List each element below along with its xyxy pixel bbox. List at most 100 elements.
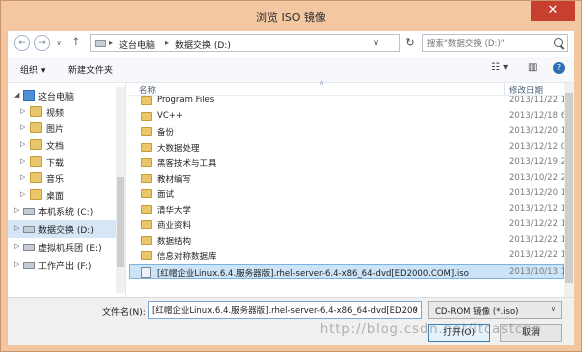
sidebar-item-label: 音乐 [46,175,65,185]
file-name: 面试 [157,190,175,200]
file-row[interactable]: 大数据处理 2013/12/12 0 [129,140,564,155]
search-icon[interactable] [554,38,563,47]
folder-icon [141,220,152,229]
file-date: 2013/12/12 0 [509,141,564,152]
file-row[interactable]: 信息对称数据库 2013/12/22 1 [129,248,564,263]
up-folder-button[interactable]: ↑ [70,35,82,51]
folder-icon [141,96,152,105]
sidebar-scrollbar-thumb[interactable] [117,177,124,267]
expand-arrow-icon[interactable]: ▷ [20,140,25,148]
folder-icon [30,139,42,150]
sidebar-item-pictures[interactable]: ▷ 图片 [8,119,116,137]
breadcrumb-this-pc[interactable]: 这台电脑 [119,38,155,51]
file-name: 教材编写 [157,174,192,185]
file-row[interactable]: Program Files 2013/11/22 1 [129,96,564,108]
folder-icon [30,106,42,117]
file-name: 大数据处理 [157,143,200,154]
back-button[interactable]: ← [14,35,30,51]
file-row[interactable]: 商业资料 2013/12/22 1 [129,217,564,232]
folder-icon [141,251,152,260]
sidebar-scrollbar[interactable] [116,87,125,293]
folder-icon [141,142,152,152]
view-options-icon[interactable]: ☷ ▾ [491,62,508,73]
sidebar-item-drive-e[interactable]: ▷ 虚拟机兵团 (E:) [8,238,116,256]
search-box[interactable] [422,34,568,52]
file-date: 2013/12/22 1 [509,250,564,260]
title-bar[interactable]: 浏览 ISO 镜像 ✕ [1,1,581,31]
filename-input[interactable] [148,301,422,319]
file-list: ∧ 名称 修改日期 Program Files 2013/11/22 1 VC+… [129,79,574,297]
file-name: 清华大学 [157,205,192,216]
file-row[interactable]: 备份 2013/12/20 1 [129,124,564,139]
file-name: Program Files [157,96,215,105]
column-divider[interactable] [504,83,505,96]
expand-arrow-icon[interactable]: ▷ [14,224,19,232]
close-button[interactable]: ✕ [531,1,575,21]
expand-arrow-icon[interactable]: ▷ [14,242,19,250]
filename-dropdown-icon[interactable]: ∨ [413,305,418,313]
sort-ascending-icon: ∧ [319,79,325,87]
drive-icon [95,40,106,47]
expand-arrow-icon[interactable]: ▷ [20,123,25,131]
file-name: VC++ [157,110,183,121]
expand-arrow-icon[interactable]: ▷ [14,206,19,214]
help-icon[interactable]: ? [553,62,565,74]
file-name: 备份 [157,128,175,138]
file-row[interactable]: 面试 2013/12/20 1 [129,186,564,201]
sidebar-item-label: 虚拟机兵团 (E:) [38,244,102,254]
preview-pane-icon[interactable]: ▥ [528,62,537,73]
dialog-client-area: ← → ∨ ↑ ▸ 这台电脑 ▸ 数据交换 (D:) ∨ ↻ 组织 ▾ 新建文件… [8,31,574,345]
file-list-scrollbar-thumb[interactable] [565,93,573,283]
recent-locations-dropdown-icon[interactable]: ∨ [53,35,65,51]
expand-arrow-icon[interactable]: ▷ [14,260,19,268]
sidebar-item-drive-f[interactable]: ▷ 工作产出 (F:) [8,256,116,274]
sidebar-item-drive-d[interactable]: ▷ 数据交换 (D:) [8,220,116,238]
file-row[interactable]: 教材编写 2013/10/22 2 [129,171,564,186]
sidebar-item-label: 本机系统 (C:) [38,208,94,218]
drive-icon [23,262,35,269]
file-rows: Program Files 2013/11/22 1 VC++ 2013/12/… [129,96,564,297]
column-header-name[interactable]: 名称 [139,84,156,96]
sidebar-item-documents[interactable]: ▷ 文档 [8,136,116,154]
command-toolbar: 组织 ▾ 新建文件夹 ☷ ▾ ▥ ? [8,57,574,83]
collapse-arrow-icon[interactable]: ◢ [14,91,19,99]
file-type-select[interactable]: CD-ROM 镜像 (*.iso) ∨ [428,301,562,319]
breadcrumb-separator: ▸ [109,38,114,47]
file-row[interactable]: 清华大学 2013/12/12 1 [129,202,564,217]
breadcrumb-separator: ▸ [165,38,170,47]
new-folder-button[interactable]: 新建文件夹 [68,63,113,76]
file-list-scrollbar[interactable] [564,83,574,297]
file-row[interactable]: 黑客技术与工具 2013/12/19 2 [129,155,564,170]
folder-icon [141,173,152,183]
drive-icon [23,244,35,251]
folder-icon [141,158,152,167]
forward-button[interactable]: → [34,35,50,51]
expand-arrow-icon[interactable]: ▷ [20,173,25,181]
sidebar-item-drive-c[interactable]: ▷ 本机系统 (C:) [8,202,116,220]
file-name: 黑客技术与工具 [157,159,217,169]
sidebar-item-label: 这台电脑 [38,93,75,103]
file-row[interactable]: VC++ 2013/12/18 6 [129,109,564,124]
expand-arrow-icon[interactable]: ▷ [20,190,25,198]
breadcrumb-drive-d[interactable]: 数据交换 (D:) [175,38,231,51]
file-name-panel: 文件名(N): ∨ CD-ROM 镜像 (*.iso) ∨ 打开(O) 取消 [8,297,574,345]
file-row-selected[interactable]: [红帽企业Linux.6.4.服务器版].rhel-server-6.4-x86… [129,263,564,279]
expand-arrow-icon[interactable]: ▷ [20,107,25,115]
address-bar[interactable]: ▸ 这台电脑 ▸ 数据交换 (D:) ∨ [90,34,400,52]
column-header-date-modified[interactable]: 修改日期 [509,84,543,96]
filename-label: 文件名(N): [102,308,146,318]
organize-menu-button[interactable]: 组织 ▾ [20,63,45,76]
folder-icon [30,156,42,167]
sidebar-item-music[interactable]: ▷ 音乐 [8,169,116,187]
file-date: 2013/12/18 6 [509,110,564,121]
address-dropdown-icon[interactable]: ∨ [373,38,379,47]
navigation-pane: ◢ 这台电脑 ▷ 视频 ▷ 图片 ▷ 文档 ▷ 下载 ▷ 音乐 ▷ 桌面 ▷ 本… [8,83,126,297]
file-row[interactable]: 数据结构 2013/12/22 1 [129,233,564,248]
sidebar-item-label: 下载 [46,159,65,169]
expand-arrow-icon[interactable]: ▷ [20,157,25,165]
folder-icon [141,204,152,214]
search-input[interactable] [427,38,545,50]
file-date: 2013/12/20 1 [509,126,564,136]
sidebar-item-label: 数据交换 (D:) [38,226,94,236]
refresh-button[interactable]: ↻ [403,35,417,51]
